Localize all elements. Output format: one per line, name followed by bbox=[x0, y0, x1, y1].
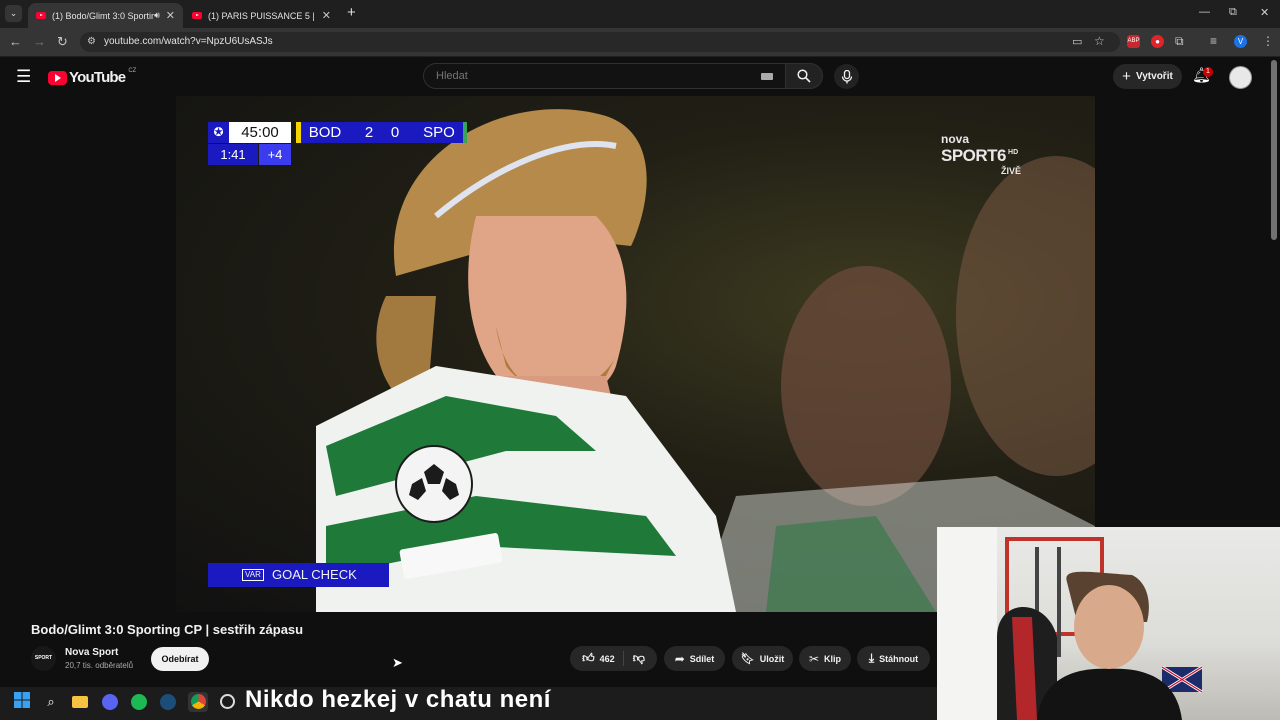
minimize-button[interactable]: — bbox=[1199, 6, 1210, 18]
spotify-icon[interactable] bbox=[129, 692, 149, 712]
video-title: Bodo/Glimt 3:0 Sporting CP | sestřih záp… bbox=[31, 622, 304, 637]
share-icon: ➦ bbox=[674, 651, 685, 666]
share-button[interactable]: ➦ Sdílet bbox=[664, 646, 725, 671]
thumbs-up-icon: 👍︎ bbox=[582, 651, 595, 665]
guide-menu-icon[interactable]: ☰ bbox=[16, 67, 31, 87]
tab-paris-puissance[interactable]: (1) PARIS PUISSANCE 5 | LE RÉS ✕ bbox=[184, 3, 339, 28]
like-dislike-group: 👍︎ 462 👎︎ bbox=[570, 646, 657, 671]
search-icon bbox=[797, 69, 811, 83]
bookmark-star-icon[interactable]: ☆ bbox=[1094, 34, 1105, 48]
webcam-overlay bbox=[937, 527, 1280, 720]
channel-name[interactable]: Nova Sport bbox=[65, 647, 118, 658]
bookmark-icon: 🔖︎ bbox=[740, 653, 755, 665]
account-avatar[interactable] bbox=[1229, 66, 1252, 89]
speaker-icon[interactable]: 🔊︎ bbox=[154, 10, 160, 21]
clip-button[interactable]: ✂ Klip bbox=[799, 646, 851, 671]
create-label: Vytvořit bbox=[1135, 71, 1173, 82]
close-tab-icon[interactable]: ✕ bbox=[166, 9, 175, 22]
download-button[interactable]: ⤓ Stáhnout bbox=[857, 646, 930, 671]
thumbs-down-icon[interactable]: 👎︎ bbox=[633, 651, 645, 666]
save-label: Uložit bbox=[759, 653, 785, 664]
taskbar-search-icon[interactable]: ⌕ bbox=[41, 692, 61, 712]
back-icon[interactable]: ← bbox=[9, 34, 22, 49]
tab-bodo-glimt[interactable]: (1) Bodo/Glimt 3:0 Sporting 🔊︎ ✕ bbox=[28, 3, 183, 28]
browser-tab-strip: ⌄ (1) Bodo/Glimt 3:0 Sporting 🔊︎ ✕ (1) P… bbox=[0, 0, 1280, 28]
stoppage-elapsed: 1:41 bbox=[208, 144, 258, 165]
watermark-live: ŽIVĚ bbox=[1001, 166, 1022, 176]
restore-button[interactable]: ⧉ bbox=[1229, 6, 1237, 19]
var-text: GOAL CHECK bbox=[272, 567, 357, 582]
search-box[interactable] bbox=[423, 63, 786, 89]
watermark-hd: HD bbox=[1008, 149, 1019, 156]
save-button[interactable]: 🔖︎ Uložit bbox=[732, 646, 793, 671]
steam-icon[interactable] bbox=[158, 692, 178, 712]
clip-label: Klip bbox=[824, 653, 842, 664]
stream-caption: Nikdo hezkej v chatu není bbox=[245, 686, 551, 713]
search-button[interactable] bbox=[785, 63, 823, 89]
plus-icon: + bbox=[1122, 68, 1131, 85]
region-code: CZ bbox=[128, 67, 137, 74]
tab-title: (1) PARIS PUISSANCE 5 | LE RÉS bbox=[208, 10, 316, 21]
media-queue-icon[interactable]: ≡ bbox=[1210, 34, 1217, 48]
match-clock: 45:00 bbox=[229, 122, 291, 143]
watermark-sport6: SPORT6 bbox=[941, 146, 1007, 165]
discord-icon[interactable] bbox=[100, 692, 120, 712]
download-icon: ⤓ bbox=[868, 651, 875, 665]
var-goal-check-banner: VAR GOAL CHECK bbox=[208, 563, 389, 587]
mouse-cursor-icon: ➤ bbox=[392, 655, 403, 670]
page-scrollbar[interactable] bbox=[1271, 60, 1277, 240]
chrome-menu-icon[interactable]: ⋮ bbox=[1262, 34, 1274, 48]
windows-start-icon[interactable] bbox=[12, 692, 32, 712]
site-info-icon[interactable]: ⚙ bbox=[87, 36, 96, 47]
close-tab-icon[interactable]: ✕ bbox=[322, 9, 331, 22]
new-tab-button[interactable]: + bbox=[347, 4, 356, 21]
watermark-nova: nova bbox=[941, 132, 970, 146]
youtube-logo[interactable]: YouTube CZ bbox=[48, 67, 137, 86]
download-label: Stáhnout bbox=[879, 653, 919, 664]
extensions-puzzle-icon[interactable]: ⧉ bbox=[1175, 34, 1184, 49]
youtube-wordmark: YouTube bbox=[69, 69, 126, 86]
url-text[interactable]: youtube.com/watch?v=NpzU6UsASJs bbox=[104, 36, 273, 47]
added-time: +4 bbox=[259, 144, 291, 165]
subscribe-button[interactable]: Odebírat bbox=[151, 647, 209, 671]
profile-avatar-icon[interactable]: V bbox=[1234, 35, 1247, 48]
like-button[interactable]: 👍︎ 462 bbox=[582, 651, 624, 666]
search-input[interactable] bbox=[434, 69, 738, 83]
tab-search-button[interactable]: ⌄ bbox=[5, 5, 22, 22]
ucl-starball-icon: ✪ bbox=[208, 122, 229, 143]
scissors-icon: ✂ bbox=[808, 651, 820, 666]
adblock-extension-icon[interactable]: ABP bbox=[1127, 35, 1140, 48]
webcam-frame bbox=[937, 527, 1203, 720]
share-label: Sdílet bbox=[689, 653, 715, 664]
create-button[interactable]: + Vytvořit bbox=[1113, 64, 1182, 89]
obs-icon[interactable] bbox=[217, 692, 237, 712]
youtube-play-icon bbox=[48, 70, 67, 85]
notification-badge: 1 bbox=[1203, 67, 1213, 77]
like-count: 462 bbox=[599, 653, 615, 664]
away-team: SPO bbox=[423, 124, 455, 141]
away-color-strip bbox=[463, 122, 467, 143]
extension-red-icon[interactable]: ● bbox=[1151, 35, 1164, 48]
forward-icon[interactable]: → bbox=[33, 34, 46, 49]
subscriber-count: 20,7 tis. odběratelů bbox=[65, 661, 134, 670]
youtube-favicon-icon bbox=[36, 12, 46, 19]
file-explorer-icon[interactable] bbox=[70, 692, 90, 712]
keyboard-icon[interactable] bbox=[761, 73, 773, 80]
var-tag: VAR bbox=[242, 569, 264, 581]
away-score: 0 bbox=[390, 124, 400, 141]
microphone-icon bbox=[841, 70, 853, 84]
cast-icon[interactable]: ▭ bbox=[1072, 35, 1082, 48]
youtube-favicon-icon bbox=[192, 12, 202, 19]
tab-title: (1) Bodo/Glimt 3:0 Sporting bbox=[52, 10, 155, 21]
reload-icon[interactable]: ↻ bbox=[57, 34, 68, 50]
channel-avatar[interactable]: SPORT bbox=[31, 646, 56, 671]
voice-search-button[interactable] bbox=[834, 64, 859, 89]
chrome-taskbar-icon[interactable] bbox=[188, 692, 208, 712]
channel-watermark: nova SPORT6 HD ŽIVĚ bbox=[941, 132, 1021, 176]
home-score: 2 bbox=[364, 124, 374, 141]
close-window-button[interactable]: ✕ bbox=[1260, 6, 1269, 19]
home-team: BOD bbox=[308, 124, 342, 141]
chevron-down-icon: ⌄ bbox=[9, 8, 18, 18]
